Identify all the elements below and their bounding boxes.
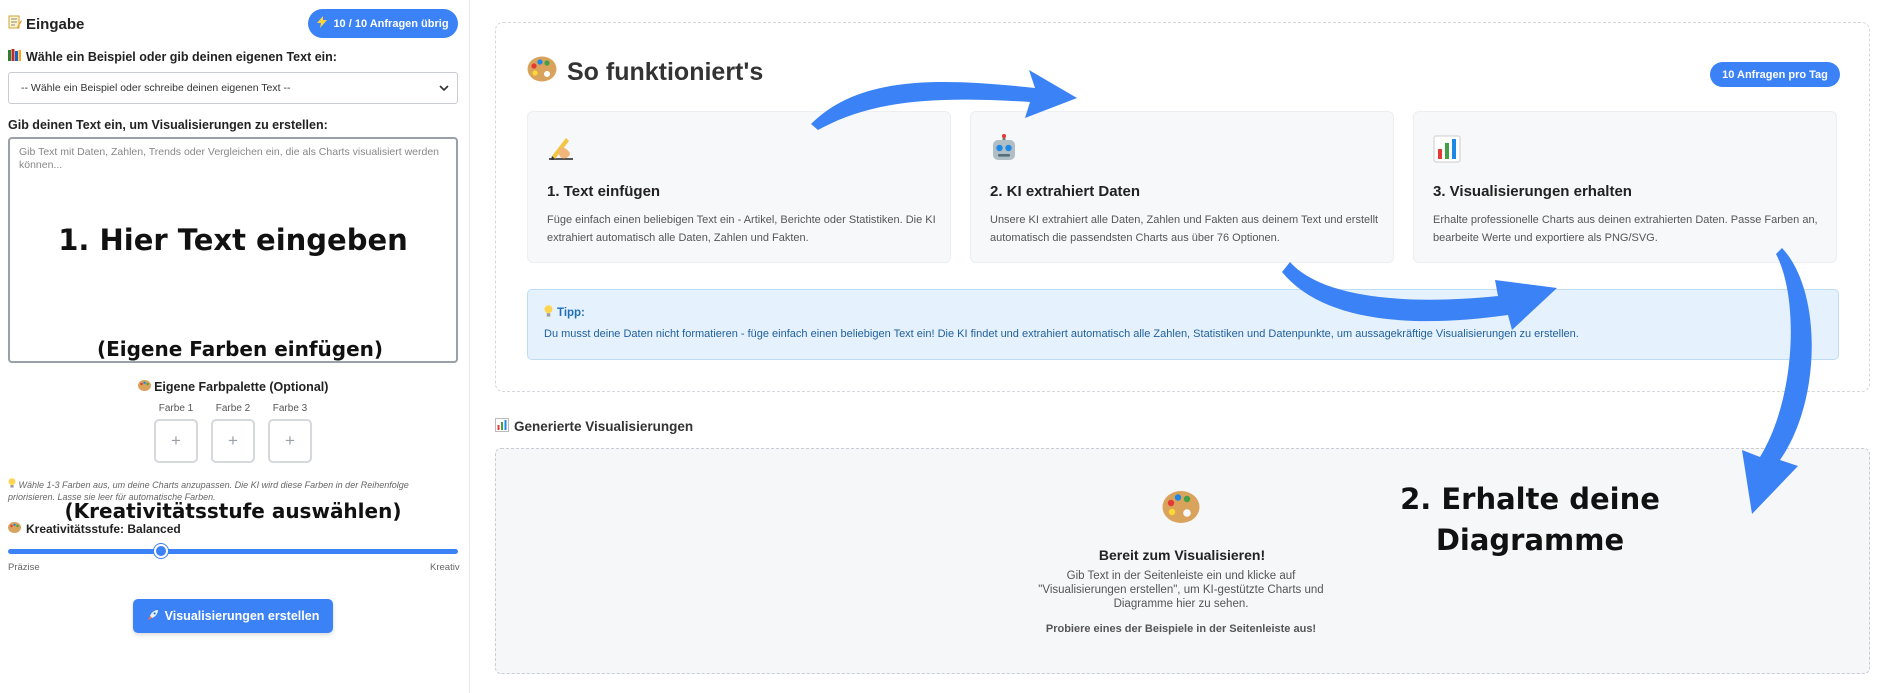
example-select[interactable]: -- Wähle ein Beispiel oder schreibe dein… [8,72,458,104]
lightbulb-icon [8,478,19,490]
annotation-creativity: (Kreativitätsstufe auswählen) [64,499,402,523]
annotation-own-colors: (Eigene Farben einfügen) [96,337,384,361]
example-label-text: Wähle ein Beispiel oder gib deinen eigen… [26,49,337,64]
creativity-label-text: Kreativitätsstufe: Balanced [26,522,181,536]
chevron-down-icon [437,81,451,95]
example-select-value: -- Wähle ein Beispiel oder schreibe dein… [21,82,291,94]
tip-title: Tipp: [544,305,1822,320]
create-button-text: Visualisierungen erstellen [164,609,320,623]
swatch-3-label: Farbe 3 [272,403,308,414]
creativity-slider-thumb[interactable] [154,544,168,558]
quota-badge: 10 / 10 Anfragen übrig [308,9,458,38]
palette-title-text: Eigene Farbpalette (Optional) [154,380,329,394]
empty-state-hint: Probiere eines der Beispiele in der Seit… [1045,623,1317,635]
step-2-desc: Unsere KI extrahiert alle Daten, Zahlen … [990,214,1379,244]
swatch-3: Farbe 3 + [268,403,312,463]
empty-state-desc: Gib Text in der Seitenleiste ein und kli… [1038,570,1324,610]
step-3-title: 3. Visualisierungen erhalten [1433,183,1632,200]
tip-box: Tipp: Du musst deine Daten nicht formati… [527,289,1839,360]
palette-icon [1162,490,1200,526]
step-card-3: 3. Visualisierungen erhalten Erhalte pro… [1413,111,1837,263]
palette-title: Eigene Farbpalette (Optional) [0,380,466,394]
palette-icon [137,380,154,394]
how-it-works-title-text: So funktioniert's [567,58,764,86]
text-input-placeholder: Gib Text mit Daten, Zahlen, Trends oder … [19,146,440,171]
step-card-1: 1. Text einfügen Füge einfach einen beli… [527,111,951,263]
slider-min-label: Präzise [8,562,40,573]
writing-hand-icon [546,134,576,164]
swatch-2-label: Farbe 2 [215,403,251,414]
rocket-icon [147,609,159,624]
sidebar-title: Eingabe [8,15,84,33]
creativity-label: Kreativitätsstufe: Balanced [8,522,181,536]
create-visualizations-button[interactable]: Visualisierungen erstellen [133,599,333,633]
example-label: Wähle ein Beispiel oder gib deinen eigen… [8,49,337,64]
sidebar: Eingabe 10 / 10 Anfragen übrig Wähle ein… [0,0,470,693]
empty-state-title: Bereit zum Visualisieren! [1098,547,1266,563]
swatch-1-label: Farbe 1 [158,403,194,414]
bar-chart-icon [1432,134,1462,164]
generated-title-text: Generierte Visualisierungen [514,419,694,434]
slider-max-label: Kreativ [430,562,460,573]
tip-text: Du musst deine Daten nicht formatieren -… [544,328,1579,340]
palette-icon [527,56,557,89]
swatch-2-button[interactable]: + [211,419,255,463]
books-icon [8,49,21,64]
quota-badge-text: 10 / 10 Anfragen übrig [333,17,449,30]
memo-icon [8,15,22,33]
how-it-works-title: So funktioniert's [527,56,763,89]
swatch-1: Farbe 1 + [154,403,198,463]
requests-per-day-badge: 10 Anfragen pro Tag [1710,62,1840,87]
robot-icon [989,134,1019,164]
step-1-title: 1. Text einfügen [547,183,661,200]
step-card-2: 2. KI extrahiert Daten Unsere KI extrahi… [970,111,1394,263]
creativity-slider[interactable] [8,549,458,554]
swatch-2: Farbe 2 + [211,403,255,463]
step-3-desc: Erhalte professionelle Charts aus deinen… [1433,214,1818,244]
annotation-get-charts-line-1: 2. Erhalte deine [1400,482,1660,516]
bar-chart-icon [495,418,509,435]
annotation-get-charts-line-2: Diagramme [1435,523,1625,557]
tip-title-text: Tipp: [557,306,585,319]
lightning-icon [317,16,328,31]
annotation-enter-text: 1. Hier Text eingeben [58,223,408,257]
swatch-1-button[interactable]: + [154,419,198,463]
text-label: Gib deinen Text ein, um Visualisierungen… [8,118,328,132]
swatch-3-button[interactable]: + [268,419,312,463]
generated-title: Generierte Visualisierungen [495,418,693,435]
lightbulb-icon [544,305,553,320]
step-1-desc: Füge einfach einen beliebigen Text ein -… [547,214,936,244]
step-2-title: 2. KI extrahiert Daten [990,183,1141,200]
palette-icon [8,522,21,536]
sidebar-title-text: Eingabe [26,15,85,33]
